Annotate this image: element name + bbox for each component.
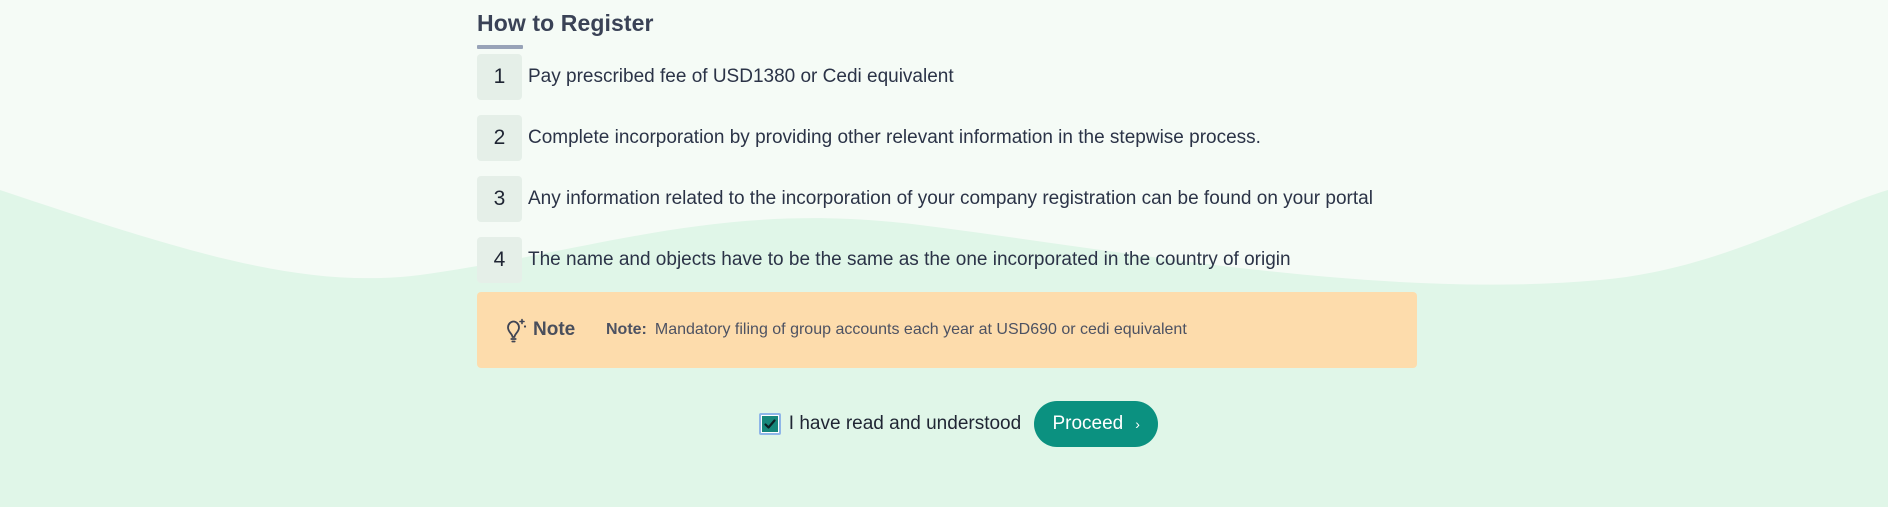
- step-number-badge: 1: [477, 54, 522, 100]
- step-number-badge: 4: [477, 237, 522, 283]
- step-text: Any information related to the incorpora…: [528, 188, 1373, 209]
- proceed-label: Proceed: [1052, 413, 1124, 434]
- step-text: Complete incorporation by providing othe…: [528, 127, 1261, 148]
- step-number-badge: 2: [477, 115, 522, 161]
- note-header: Note: [502, 317, 604, 343]
- note-message: Note: Mandatory filing of group accounts …: [606, 321, 1187, 339]
- step-number-badge: 3: [477, 176, 522, 222]
- note-label: Note:: [606, 321, 647, 338]
- steps-list: 1 Pay prescribed fee of USD1380 or Cedi …: [477, 54, 1417, 298]
- note-body: Mandatory filing of group accounts each …: [654, 321, 1187, 338]
- section-title: How to Register: [477, 10, 654, 36]
- step-item: 4 The name and objects have to be the sa…: [477, 237, 1417, 283]
- note-callout: Note Note: Mandatory filing of group acco…: [477, 292, 1417, 368]
- chevron-right-icon: ›: [1135, 416, 1140, 432]
- title-underline: [477, 45, 523, 49]
- agreement-label[interactable]: I have read and understood: [789, 413, 1021, 435]
- step-item: 2 Complete incorporation by providing ot…: [477, 115, 1417, 161]
- checkbox-fill: [761, 416, 778, 432]
- agreement-row: I have read and understood Proceed ›: [477, 401, 1417, 447]
- proceed-button[interactable]: Proceed ›: [1034, 401, 1159, 447]
- step-text: The name and objects have to be the same…: [528, 249, 1291, 270]
- read-understood-checkbox[interactable]: [758, 413, 781, 435]
- note-heading: Note: [533, 319, 576, 340]
- step-text: Pay prescribed fee of USD1380 or Cedi eq…: [528, 66, 954, 87]
- checkmark-icon: [764, 419, 776, 429]
- lightbulb-icon: [507, 318, 527, 343]
- step-item: 3 Any information related to the incorpo…: [477, 176, 1417, 222]
- step-item: 1 Pay prescribed fee of USD1380 or Cedi …: [477, 54, 1417, 100]
